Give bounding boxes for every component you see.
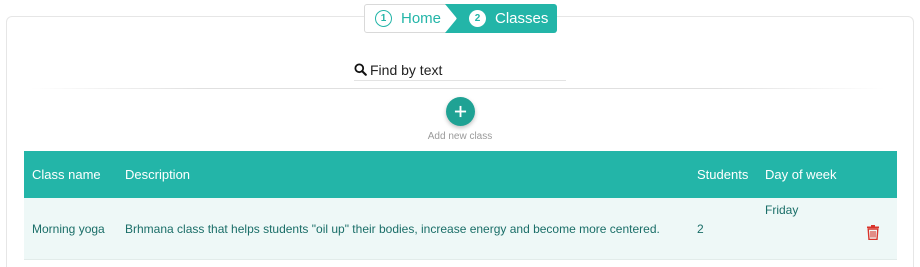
- search-icon: [354, 63, 367, 76]
- column-header-class-name: Class name: [32, 167, 101, 182]
- cell-description: Brhmana class that helps students "oil u…: [125, 221, 660, 236]
- column-header-day-of-week: Day of week: [765, 167, 837, 182]
- plus-icon: [454, 105, 467, 118]
- step-number-1: 1: [375, 10, 392, 27]
- classes-table: Class name Description Students Day of w…: [24, 151, 897, 260]
- cell-day-of-week: Friday: [765, 203, 799, 217]
- breadcrumb: 1 Home 2 Classes: [364, 4, 557, 33]
- step-label-home: Home: [401, 10, 442, 27]
- divider: [30, 88, 886, 89]
- step-label-classes: Classes: [495, 10, 549, 27]
- breadcrumb-step-classes[interactable]: 2 Classes: [445, 4, 557, 33]
- add-class-button[interactable]: [446, 97, 475, 126]
- search-bar: [354, 59, 566, 81]
- add-class-label: Add new class: [427, 131, 493, 142]
- table-header: Class name Description Students Day of w…: [24, 151, 897, 198]
- column-header-students: Students: [697, 167, 749, 182]
- step-number-2: 2: [469, 10, 486, 27]
- column-header-description: Description: [125, 167, 191, 182]
- breadcrumb-step-home[interactable]: 1 Home: [364, 4, 457, 33]
- trash-icon[interactable]: [866, 225, 880, 240]
- search-input[interactable]: [370, 61, 560, 78]
- cell-students: 2: [697, 221, 704, 236]
- cell-class-name: Morning yoga: [32, 221, 105, 236]
- table-row[interactable]: Morning yoga Brhmana class that helps st…: [24, 198, 897, 260]
